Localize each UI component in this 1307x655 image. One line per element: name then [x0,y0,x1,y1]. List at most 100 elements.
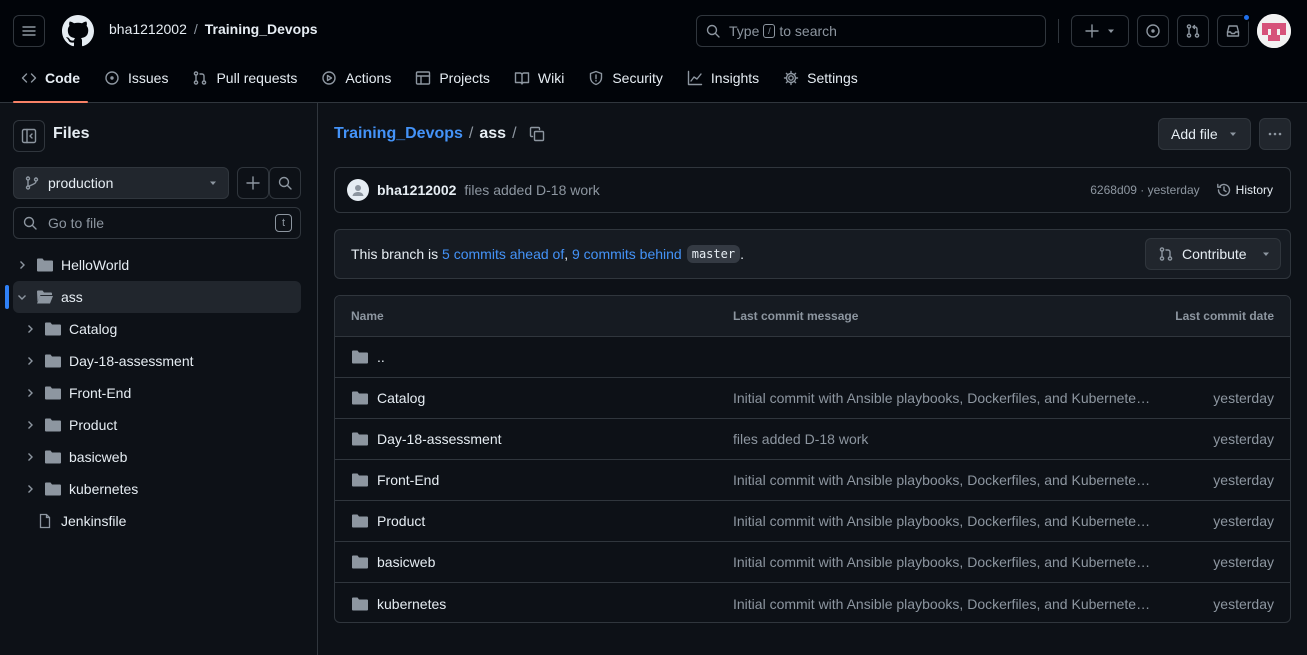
go-to-file-placeholder: Go to file [48,215,105,231]
parent-directory-link[interactable]: .. [377,349,385,365]
tree-item-label: Jenkinsfile [61,513,127,529]
tree-item-label: HelloWorld [61,257,130,273]
table-row[interactable]: Catalog Initial commit with Ansible play… [335,378,1290,419]
tree-item-basicweb[interactable]: basicweb [0,441,318,473]
tab-projects[interactable]: Projects [407,62,498,94]
repo-owner-link[interactable]: bha1212002 [109,21,187,37]
commit-meta[interactable]: 6268d09 · yesterday [1090,183,1199,197]
breadcrumb-separator: / [512,125,517,142]
go-to-file-input[interactable]: Go to file t [13,207,301,239]
tab-code-label: Code [45,70,80,86]
add-file-label: Add file [1171,126,1218,142]
tab-settings-label: Settings [807,70,858,86]
tab-code[interactable]: Code [13,62,88,103]
tab-wiki[interactable]: Wiki [506,62,572,94]
commit-message-link[interactable]: Initial commit with Ansible playbooks, D… [733,513,1153,529]
breadcrumb-current: ass [479,125,507,142]
folder-icon [37,258,53,272]
add-file-tree-button[interactable] [237,167,269,199]
tree-item-catalog[interactable]: Catalog [0,313,318,345]
commit-message-link[interactable]: Initial commit with Ansible playbooks, D… [733,472,1153,488]
branch-selector[interactable]: production [13,167,229,199]
table-row[interactable]: Front-End Initial commit with Ansible pl… [335,460,1290,501]
commit-message[interactable]: files added D-18 work [464,182,599,198]
chevron-right-icon [28,421,33,429]
tree-item-helloworld[interactable]: HelloWorld [0,249,318,281]
copy-path-icon[interactable] [529,126,545,142]
top-header: bha1212002 / Training_Devops Type / to s… [0,0,1307,103]
user-avatar[interactable] [1257,14,1291,48]
tree-item-day-18-assessment[interactable]: Day-18-assessment [0,345,318,377]
add-file-button[interactable]: Add file [1158,118,1251,150]
tree-item-jenkinsfile[interactable]: Jenkinsfile [0,505,318,537]
github-logo-icon[interactable] [62,15,94,47]
contribute-button[interactable]: Contribute [1145,238,1281,270]
tree-item-label: Day-18-assessment [69,353,194,369]
pull-request-icon [1186,24,1200,38]
issues-button[interactable] [1137,15,1169,47]
commit-date: yesterday [1213,390,1274,406]
history-link[interactable]: History [1216,182,1273,198]
file-name-link[interactable]: Day-18-assessment [377,431,502,447]
sidebar-collapse-icon [21,128,37,144]
breadcrumb-repo-link[interactable]: Training_Devops [334,125,463,143]
search-icon [23,216,37,230]
search-icon [278,176,292,190]
folder-icon [352,597,368,610]
collapse-sidebar-button[interactable] [13,120,45,152]
commit-author-avatar[interactable] [347,179,369,201]
commits-ahead-link[interactable]: 5 commits ahead of [442,246,564,262]
tab-security[interactable]: Security [580,62,671,94]
chevron-right-icon [28,389,33,397]
commit-message-link[interactable]: Initial commit with Ansible playbooks, D… [733,390,1153,406]
tab-settings[interactable]: Settings [775,62,866,94]
folder-icon [45,418,61,432]
pull-requests-button[interactable] [1177,15,1209,47]
search-tree-button[interactable] [269,167,301,199]
file-name-link[interactable]: Front-End [377,472,439,488]
file-name-link[interactable]: Catalog [377,390,425,406]
table-row-parent[interactable]: .. [335,337,1290,378]
commit-message-link[interactable]: Initial commit with Ansible playbooks, D… [733,596,1153,612]
breadcrumb: Training_Devops / ass / [334,125,545,143]
search-placeholder-start: Type [729,23,760,39]
header-last-commit-message: Last commit message [733,309,859,323]
file-name-link[interactable]: kubernetes [377,596,446,612]
create-new-button[interactable] [1071,15,1129,47]
header-name: Name [351,309,384,323]
commits-behind-link[interactable]: 9 commits behind [572,246,682,262]
tab-issues-label: Issues [128,70,169,86]
tree-item-front-end[interactable]: Front-End [0,377,318,409]
table-row[interactable]: kubernetes Initial commit with Ansible p… [335,583,1290,622]
shield-icon [590,70,603,86]
kebab-horizontal-icon [1268,132,1282,136]
commit-message-link[interactable]: Initial commit with Ansible playbooks, D… [733,554,1153,570]
tab-issues[interactable]: Issues [96,62,176,94]
tree-item-ass[interactable]: ass [5,281,301,313]
commit-date: yesterday [1213,431,1274,447]
tab-pull-requests[interactable]: Pull requests [184,62,305,94]
search-input[interactable]: Type / to search [696,15,1046,47]
history-label: History [1235,183,1273,197]
tab-insights[interactable]: Insights [679,62,767,94]
tab-actions[interactable]: Actions [313,62,399,94]
table-row[interactable]: Day-18-assessment files added D-18 work … [335,419,1290,460]
plus-icon [1085,24,1099,38]
file-name-link[interactable]: basicweb [377,554,435,570]
tree-item-product[interactable]: Product [0,409,318,441]
table-row[interactable]: basicweb Initial commit with Ansible pla… [335,542,1290,583]
gear-icon [783,70,799,86]
tree-item-label: Product [69,417,118,433]
repo-name-link[interactable]: Training_Devops [205,21,318,37]
more-options-button[interactable] [1259,118,1291,150]
commit-message-link[interactable]: files added D-18 work [733,431,1153,447]
commit-author[interactable]: bha1212002 [377,182,456,198]
tree-item-kubernetes[interactable]: kubernetes [0,473,318,505]
branch-status-banner: This branch is 5 commits ahead of , 9 co… [334,229,1291,279]
file-table: Name Last commit message Last commit dat… [334,295,1291,623]
menu-button[interactable] [13,15,45,47]
folder-icon [45,450,61,464]
table-icon [416,71,431,85]
file-name-link[interactable]: Product [377,513,425,529]
table-row[interactable]: Product Initial commit with Ansible play… [335,501,1290,542]
